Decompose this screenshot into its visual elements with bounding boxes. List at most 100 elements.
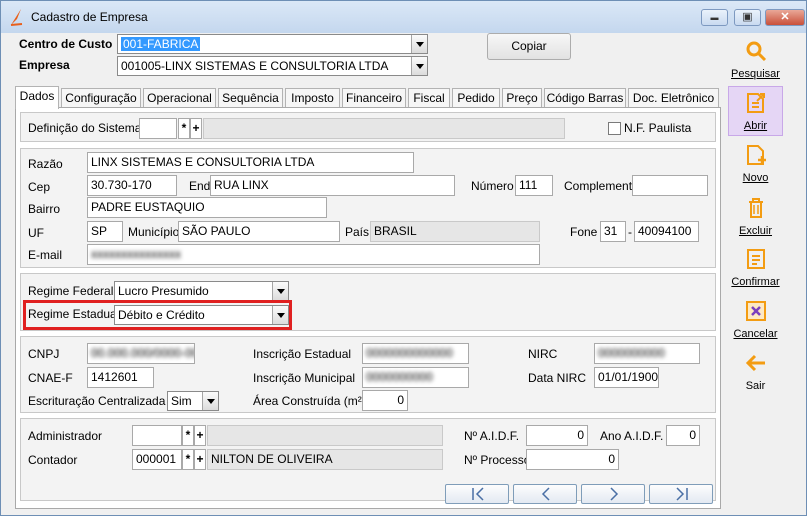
contador-search-button[interactable]: * (182, 449, 194, 470)
tab-preco[interactable]: Preço (502, 88, 542, 108)
definicao-input[interactable] (139, 118, 177, 139)
contador-add-button[interactable]: + (194, 449, 206, 470)
cep-input[interactable]: 30.730-170 (87, 175, 177, 196)
contador-label: Contador (28, 453, 78, 467)
chevron-down-icon[interactable] (272, 282, 288, 300)
pais-label: País (345, 225, 370, 239)
administrador-label: Administrador (28, 429, 103, 443)
confirm-icon (746, 249, 765, 269)
tab-fiscal[interactable]: Fiscal (408, 88, 450, 108)
tab-imposto[interactable]: Imposto (285, 88, 340, 108)
ano-aidf-input[interactable]: 0 (666, 425, 700, 446)
fone-ddd-input[interactable]: 31 (600, 221, 626, 242)
app-logo-icon (10, 9, 23, 26)
cnae-input[interactable]: 1412601 (87, 367, 154, 388)
contador-name: NILTON DE OLIVEIRA (207, 449, 443, 470)
aidf-input[interactable]: 0 (526, 425, 588, 446)
pesquisar-label: Pesquisar (731, 68, 780, 80)
endereco-input[interactable]: RUA LINX (210, 175, 455, 196)
regime-estadual-label: Regime Estadual (28, 307, 120, 321)
title-bar: Cadastro de Empresa ▬ ▣ ✕ (1, 1, 806, 33)
im-label: Inscrição Municipal (253, 371, 356, 385)
definicao-search-button[interactable]: * (178, 118, 190, 139)
confirmar-label: Confirmar (731, 276, 780, 288)
centro-custo-select[interactable]: 001-FABRICA (117, 34, 428, 54)
new-document-icon (746, 145, 766, 165)
chevron-down-icon[interactable] (411, 35, 427, 53)
processo-input[interactable]: 0 (526, 449, 619, 470)
chevron-down-icon[interactable] (272, 306, 288, 324)
cnpj-label: CNPJ (28, 347, 60, 361)
close-button[interactable]: ✕ (765, 9, 805, 26)
contador-code-input[interactable]: 000001 (132, 449, 182, 470)
novo-button[interactable]: Novo (728, 143, 783, 187)
ie-label: Inscrição Estadual (253, 347, 352, 361)
ano-aidf-label: Ano A.I.D.F. (600, 429, 664, 443)
municipio-input[interactable]: SÃO PAULO (178, 221, 340, 242)
area-input[interactable]: 0 (362, 390, 408, 411)
confirmar-button[interactable]: Confirmar (728, 247, 783, 291)
minimize-button[interactable]: ▬ (701, 9, 728, 26)
empresa-label: Empresa (19, 58, 70, 72)
centro-custo-label: Centro de Custo (19, 37, 113, 51)
tab-operacional[interactable]: Operacional (143, 88, 216, 108)
tab-doc-eletronico[interactable]: Doc. Eletrônico (628, 88, 719, 108)
tab-pedido[interactable]: Pedido (452, 88, 500, 108)
last-record-icon (676, 487, 688, 501)
exit-arrow-icon (745, 354, 765, 372)
novo-label: Novo (742, 172, 769, 184)
abrir-button[interactable]: Abrir (728, 86, 783, 136)
administrador-search-button[interactable]: * (182, 425, 194, 446)
chevron-down-icon[interactable] (202, 392, 218, 410)
tab-panel-dados: Definição do Sistema * + N.F. Paulista R… (15, 107, 721, 509)
razao-input[interactable]: LINX SISTEMAS E CONSULTORIA LTDA (87, 152, 414, 173)
definicao-add-button[interactable]: + (190, 118, 202, 139)
tab-sequencia[interactable]: Sequência (218, 88, 283, 108)
sair-label: Sair (745, 380, 766, 392)
cancelar-button[interactable]: Cancelar (728, 299, 783, 343)
administrador-code-input[interactable] (132, 425, 182, 446)
im-input[interactable]: 0000000000 (362, 367, 469, 388)
cnpj-input[interactable]: 00.000.000/0000-00 (87, 343, 195, 364)
tab-bar: Dados Configuração Operacional Sequência… (15, 86, 721, 109)
fone-separator: - (628, 225, 632, 239)
cancelar-label: Cancelar (733, 328, 778, 340)
regime-estadual-select[interactable]: Débito e Crédito (114, 305, 289, 325)
complemento-input[interactable] (632, 175, 708, 196)
escrituracao-label: Escrituração Centralizada (28, 394, 166, 408)
ie-input[interactable]: 0000000000000 (362, 343, 469, 364)
first-record-button[interactable] (445, 484, 509, 504)
chevron-down-icon[interactable] (411, 57, 427, 75)
excluir-button[interactable]: Excluir (728, 196, 783, 240)
regime-federal-select[interactable]: Lucro Presumido (114, 281, 289, 301)
last-record-button[interactable] (649, 484, 713, 504)
administrador-add-button[interactable]: + (194, 425, 206, 446)
next-record-icon (610, 487, 619, 501)
regime-group: Regime Federal Lucro Presumido Regime Es… (20, 273, 716, 331)
nf-paulista-checkbox[interactable] (608, 122, 621, 135)
numero-input[interactable]: 111 (515, 175, 553, 196)
previous-record-button[interactable] (513, 484, 577, 504)
content-area: Centro de Custo 001-FABRICA Empresa 0010… (7, 33, 800, 511)
next-record-button[interactable] (581, 484, 645, 504)
nirc-input[interactable]: 0000000000 (594, 343, 700, 364)
endereco-group: Razão LINX SISTEMAS E CONSULTORIA LTDA C… (20, 148, 716, 268)
tab-configuracao[interactable]: Configuração (61, 88, 141, 108)
tab-codigo-barras[interactable]: Código Barras (544, 88, 626, 108)
tab-dados[interactable]: Dados (15, 86, 59, 109)
regime-federal-label: Regime Federal (28, 284, 114, 298)
bairro-input[interactable]: PADRE EUSTAQUIO (87, 197, 327, 218)
pesquisar-button[interactable]: Pesquisar (728, 39, 783, 83)
empresa-select[interactable]: 001005-LINX SISTEMAS E CONSULTORIA LTDA (117, 56, 428, 76)
magnifier-icon (746, 41, 766, 62)
excluir-label: Excluir (738, 225, 772, 237)
restore-button[interactable]: ▣ (734, 9, 761, 26)
email-input[interactable]: xxxxxxxxxxxxxxx (87, 244, 540, 265)
uf-input[interactable]: SP (87, 221, 123, 242)
tab-financeiro[interactable]: Financeiro (342, 88, 406, 108)
fone-input[interactable]: 40094100 (634, 221, 699, 242)
data-nirc-input[interactable]: 01/01/1900 (594, 367, 659, 388)
escrituracao-select[interactable]: Sim (167, 391, 219, 411)
sair-button[interactable]: Sair (728, 351, 783, 392)
copiar-button[interactable]: Copiar (487, 33, 571, 60)
